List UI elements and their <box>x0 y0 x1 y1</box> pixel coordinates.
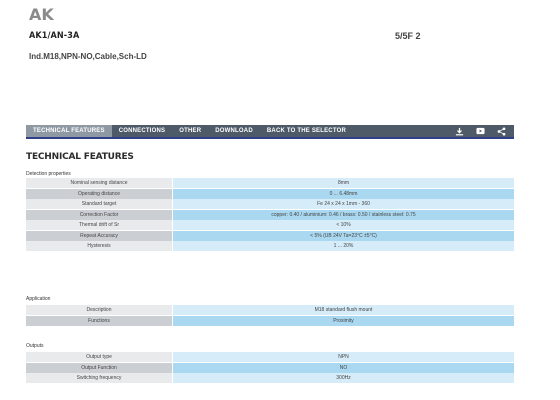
detection-properties-table: Nominal sensing distance 8mm Operating d… <box>26 178 514 252</box>
property-name: Repeat Accuracy <box>26 230 172 241</box>
product-model: AK1/AN-3A <box>29 31 80 41</box>
property-name: Hysteresis <box>26 241 172 251</box>
tab-bar: TECHNICAL FEATURES CONNECTIONS OTHER DOW… <box>26 125 514 139</box>
property-value: 300Hz <box>173 373 514 383</box>
table-row: Output Function NO <box>26 362 514 373</box>
table-row: Correction Factor copper: 0.40 / alumini… <box>26 209 514 220</box>
property-name: Nominal sensing distance <box>26 178 172 188</box>
property-value: Fe 24 x 24 x 1mm - 360 <box>173 199 514 209</box>
table-row: Output type NPN <box>26 352 514 362</box>
table-row: Nominal sensing distance 8mm <box>26 178 514 188</box>
table-row: Thermal drift of Sr < 10% <box>26 220 514 230</box>
tab-connections[interactable]: CONNECTIONS <box>112 125 173 137</box>
application-table: Description M18 standard flush mount Fun… <box>26 305 514 326</box>
table-row: Functions Proximity <box>26 315 514 326</box>
property-value: copper: 0.40 / aluminium: 0.46 / brass: … <box>173 209 514 220</box>
property-value: 1 ... 20% <box>173 241 514 251</box>
property-name: Description <box>26 305 172 315</box>
property-name: Correction Factor <box>26 209 172 220</box>
product-model-suffix: 5/5F 2 <box>395 31 421 41</box>
property-name: Output type <box>26 352 172 362</box>
property-name: Operating distance <box>26 188 172 199</box>
property-value: < 10% <box>173 220 514 230</box>
table-row: Description M18 standard flush mount <box>26 305 514 315</box>
share-icon[interactable] <box>497 126 506 136</box>
outputs-table: Output type NPN Output Function NO Switc… <box>26 352 514 384</box>
property-name: Output Function <box>26 362 172 373</box>
download-icon[interactable] <box>455 127 464 136</box>
tab-download[interactable]: DOWNLOAD <box>208 125 260 137</box>
property-value: 0 ... 6.48mm <box>173 188 514 199</box>
group-label-application: Application <box>26 296 51 302</box>
property-name: Functions <box>26 315 172 326</box>
table-row: Operating distance 0 ... 6.48mm <box>26 188 514 199</box>
property-value: Proximity <box>173 315 514 326</box>
property-value: M18 standard flush mount <box>173 305 514 315</box>
brand-title: AK <box>29 5 54 24</box>
property-value: NPN <box>173 352 514 362</box>
section-title: TECHNICAL FEATURES <box>26 152 134 162</box>
youtube-icon[interactable] <box>476 127 485 136</box>
tab-other[interactable]: OTHER <box>172 125 208 137</box>
table-row: Repeat Accuracy < 5% (UB 24V Ta=23°C ±5°… <box>26 230 514 241</box>
property-name: Thermal drift of Sr <box>26 220 172 230</box>
property-value: 8mm <box>173 178 514 188</box>
tab-icon-group <box>455 125 514 137</box>
property-name: Switching frequency <box>26 373 172 383</box>
tab-back-to-selector[interactable]: BACK TO THE SELECTOR <box>260 125 353 137</box>
property-name: Standard target <box>26 199 172 209</box>
property-value: < 5% (UB 24V Ta=23°C ±5°C) <box>173 230 514 241</box>
table-row: Hysteresis 1 ... 20% <box>26 241 514 251</box>
group-label-detection: Detection properties <box>26 171 71 177</box>
table-row: Standard target Fe 24 x 24 x 1mm - 360 <box>26 199 514 209</box>
tab-technical-features[interactable]: TECHNICAL FEATURES <box>26 125 112 137</box>
product-subtitle: Ind.M18,NPN-NO,Cable,Sch-LD <box>29 52 147 61</box>
group-label-outputs: Outputs <box>26 343 44 349</box>
property-value: NO <box>173 362 514 373</box>
table-row: Switching frequency 300Hz <box>26 373 514 383</box>
